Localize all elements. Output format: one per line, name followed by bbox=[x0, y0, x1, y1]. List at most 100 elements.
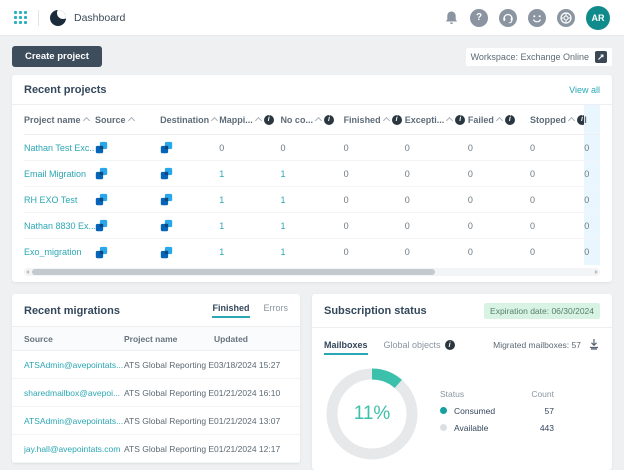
sort-icon[interactable] bbox=[211, 116, 219, 125]
tab-mailboxes[interactable]: Mailboxes bbox=[324, 340, 368, 355]
legend-dot-icon bbox=[440, 424, 447, 431]
project-name-link[interactable]: Nathan Test Exc... bbox=[24, 143, 95, 153]
tab-errors[interactable]: Errors bbox=[264, 303, 289, 318]
column-header-label: Project name bbox=[24, 114, 81, 125]
column-header-mappi-[interactable]: Mappi... bbox=[219, 114, 280, 125]
sort-icon[interactable] bbox=[446, 116, 454, 125]
column-header-source[interactable]: Source bbox=[95, 115, 160, 125]
subscription-status-card: Subscription status Expiration date: 06/… bbox=[312, 294, 612, 470]
no-content-value[interactable]: 1 bbox=[280, 195, 285, 205]
create-project-button[interactable]: Create project bbox=[12, 46, 102, 67]
column-header-excepti-[interactable]: Excepti... bbox=[405, 114, 468, 125]
column-header-project-name[interactable]: Project name bbox=[24, 115, 95, 125]
info-icon[interactable] bbox=[263, 114, 274, 125]
migration-row: sharedmailbox@avepoi... ATS Global Report… bbox=[12, 379, 300, 407]
chart-legend: Status Count Consumed 57 Available 443 bbox=[440, 389, 554, 440]
legend-row: Consumed 57 bbox=[440, 406, 554, 416]
sort-icon[interactable] bbox=[82, 116, 90, 125]
workspace-selector[interactable]: Workspace: Exchange Online bbox=[465, 47, 612, 66]
stopped-value: 0 bbox=[529, 168, 535, 179]
exchange-destination-icon bbox=[160, 246, 173, 258]
switch-workspace-icon[interactable] bbox=[595, 50, 607, 63]
sort-icon[interactable] bbox=[127, 116, 135, 125]
sort-icon[interactable] bbox=[567, 116, 576, 125]
legend-count: 443 bbox=[539, 422, 554, 433]
table-row: Exo_migration 1 1 0 0 0 0 0 bbox=[24, 239, 601, 265]
info-icon[interactable] bbox=[323, 114, 334, 125]
donut-chart: 11% bbox=[326, 368, 418, 460]
project-name-link[interactable]: Exo_migration bbox=[24, 247, 82, 257]
feedback-smiley-icon[interactable] bbox=[528, 8, 546, 27]
info-icon[interactable] bbox=[504, 114, 515, 125]
sort-icon[interactable] bbox=[382, 116, 390, 125]
legend-row: Available 443 bbox=[440, 423, 554, 433]
mappings-value[interactable]: 1 bbox=[219, 247, 224, 257]
sort-icon[interactable] bbox=[314, 116, 322, 125]
exceptions-value: 0 bbox=[404, 142, 410, 153]
migrated-mailboxes: Migrated mailboxes: 57 bbox=[493, 338, 600, 355]
column-header-stopped[interactable]: Stopped bbox=[530, 114, 585, 125]
migration-project-name: ATS Global Reporting EXO bbox=[124, 387, 214, 398]
stopped-value: 0 bbox=[529, 220, 535, 231]
stopped-value: 0 bbox=[529, 194, 535, 205]
fly-logo-icon[interactable] bbox=[50, 9, 66, 26]
toolbar: Create project Workspace: Exchange Onlin… bbox=[0, 36, 624, 75]
migrations-table-header: Source Project name Updated bbox=[12, 327, 300, 351]
in-progress-value: 0 bbox=[584, 142, 590, 153]
migration-source-link[interactable]: ATSAdmin@avepointats... bbox=[24, 416, 124, 426]
recent-migrations-title: Recent migrations bbox=[24, 304, 120, 317]
tab-global-objects[interactable]: Global objects bbox=[384, 340, 455, 355]
migration-row: ATSAdmin@avepointats... ATS Global Report… bbox=[12, 351, 300, 379]
column-header-label: Finished bbox=[343, 114, 381, 125]
failed-value: 0 bbox=[467, 247, 473, 257]
bell-icon[interactable] bbox=[444, 10, 459, 26]
migration-source-link[interactable]: jay.hall@avepointats.com bbox=[24, 444, 124, 454]
help-icon[interactable] bbox=[470, 8, 488, 27]
legend-header-count: Count bbox=[531, 388, 554, 399]
headset-icon[interactable] bbox=[499, 8, 517, 27]
app-launcher-icon[interactable] bbox=[14, 11, 27, 24]
no-content-value[interactable]: 1 bbox=[280, 169, 285, 179]
view-all-link[interactable]: View all bbox=[569, 85, 600, 95]
mappings-value: 0 bbox=[219, 142, 225, 153]
recent-projects-title: Recent projects bbox=[24, 84, 107, 96]
info-icon[interactable] bbox=[444, 340, 455, 350]
migration-project-name: ATS Global Reporting EXO bbox=[124, 359, 214, 370]
mappings-value[interactable]: 1 bbox=[219, 195, 224, 205]
scrollbar-thumb[interactable] bbox=[32, 269, 436, 275]
info-icon[interactable] bbox=[391, 114, 402, 125]
column-header-failed[interactable]: Failed bbox=[468, 114, 530, 125]
mappings-value[interactable]: 1 bbox=[219, 221, 224, 231]
column-header-label: Mappi... bbox=[219, 114, 253, 125]
mappings-value[interactable]: 1 bbox=[219, 169, 224, 179]
column-header-destination[interactable]: Destination bbox=[160, 115, 219, 125]
no-content-value[interactable]: 1 bbox=[280, 247, 285, 257]
stopped-value: 0 bbox=[529, 142, 535, 153]
horizontal-scrollbar[interactable] bbox=[24, 268, 600, 276]
info-icon[interactable] bbox=[455, 114, 466, 125]
migration-source-link[interactable]: ATSAdmin@avepointats... bbox=[24, 360, 124, 370]
finished-value: 0 bbox=[343, 194, 349, 205]
project-name-link[interactable]: Email Migration bbox=[24, 169, 86, 179]
sort-icon[interactable] bbox=[495, 116, 503, 125]
migration-source-link[interactable]: sharedmailbox@avepoi... bbox=[24, 388, 124, 398]
project-name-link[interactable]: RH EXO Test bbox=[24, 195, 77, 205]
exchange-destination-icon bbox=[160, 193, 173, 206]
tab-finished[interactable]: Finished bbox=[212, 303, 250, 318]
column-header-label: I bbox=[584, 114, 587, 125]
projects-table-body: Nathan Test Exc... 0 0 0 0 0 0 0 Email Migration… bbox=[24, 135, 601, 265]
user-avatar[interactable]: AR bbox=[586, 5, 610, 30]
support-ring-icon[interactable] bbox=[557, 8, 575, 27]
legend-label: Consumed bbox=[454, 405, 496, 416]
table-row: Email Migration 1 1 0 0 0 0 0 bbox=[24, 161, 601, 187]
exchange-source-icon bbox=[95, 167, 108, 180]
column-header-finished[interactable]: Finished bbox=[343, 114, 405, 125]
sort-icon[interactable] bbox=[254, 116, 262, 125]
download-icon[interactable] bbox=[588, 338, 600, 352]
info-icon[interactable] bbox=[576, 114, 585, 125]
column-header-no-co-[interactable]: No co... bbox=[280, 114, 343, 125]
stopped-value: 0 bbox=[529, 247, 535, 257]
no-content-value[interactable]: 1 bbox=[280, 221, 285, 231]
page-title: Dashboard bbox=[74, 11, 126, 24]
project-name-link[interactable]: Nathan 8830 Ex... bbox=[24, 221, 95, 231]
